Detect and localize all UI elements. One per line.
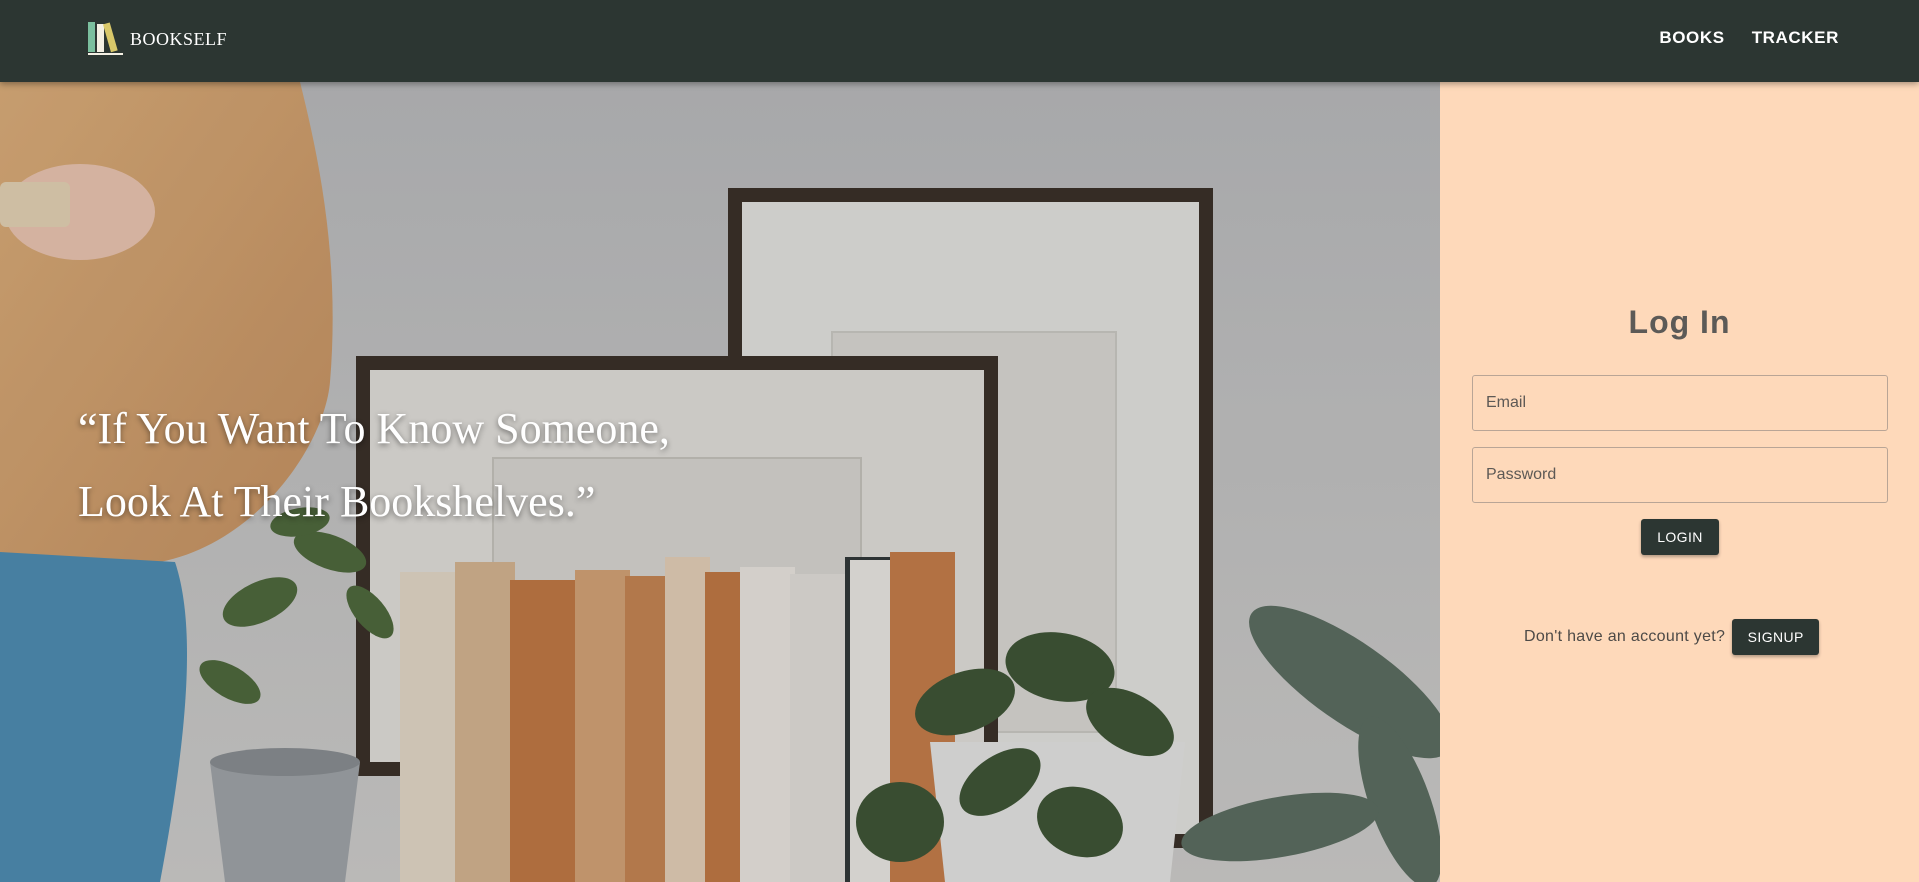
signup-button[interactable]: SIGNUP bbox=[1732, 619, 1820, 655]
hero-quote: “If You Want To Know Someone, Look At Th… bbox=[78, 392, 838, 538]
quote-line-2: Look At Their Bookshelves.” bbox=[78, 477, 596, 526]
bookshelf-logo-icon bbox=[88, 20, 124, 56]
brand-name: BOOKSELF bbox=[130, 29, 228, 49]
hero-image: “If You Want To Know Someone, Look At Th… bbox=[0, 82, 1440, 882]
quote-line-1: “If You Want To Know Someone, bbox=[78, 404, 670, 453]
signup-prompt: Don't have an account yet? bbox=[1524, 628, 1726, 645]
login-button[interactable]: LOGIN bbox=[1641, 519, 1719, 555]
navbar: BOOKSELF BOOKS TRACKER bbox=[0, 0, 1919, 82]
login-panel: Log In LOGIN Don't have an account yet? … bbox=[1440, 82, 1919, 882]
signup-row: Don't have an account yet? SIGNUP bbox=[1524, 619, 1820, 655]
nav-link-tracker[interactable]: TRACKER bbox=[1752, 28, 1839, 48]
nav-links: BOOKS TRACKER bbox=[1659, 28, 1839, 48]
nav-link-books[interactable]: BOOKS bbox=[1659, 28, 1724, 48]
password-field[interactable] bbox=[1472, 447, 1888, 503]
email-field[interactable] bbox=[1472, 375, 1888, 431]
login-title: Log In bbox=[1628, 304, 1731, 340]
brand[interactable]: BOOKSELF bbox=[88, 20, 227, 56]
